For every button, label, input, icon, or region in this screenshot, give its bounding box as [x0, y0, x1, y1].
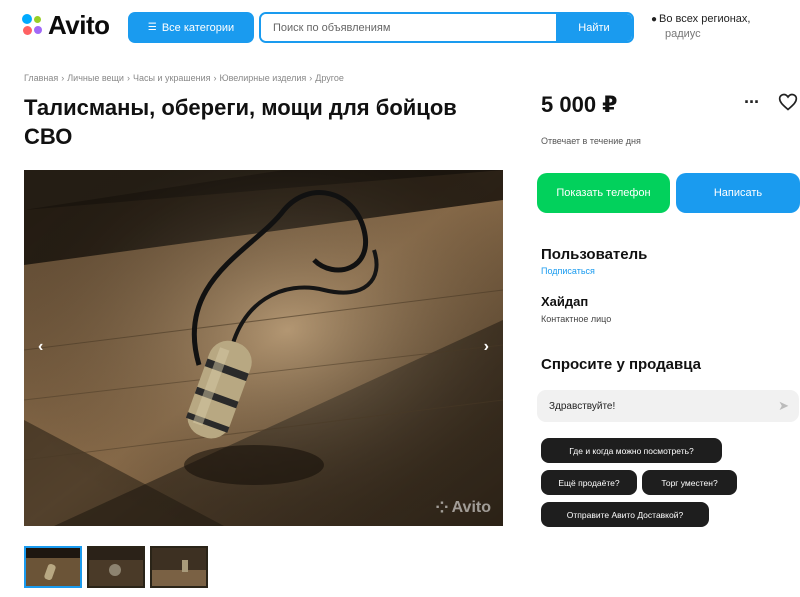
thumbnail[interactable]: [87, 546, 145, 588]
region-selector[interactable]: ● Во всех регионах, радиус: [651, 12, 791, 42]
breadcrumb-item[interactable]: Ювелирные изделия: [220, 73, 307, 83]
watermark-text: Avito: [451, 499, 491, 516]
quick-question-chip[interactable]: Ещё продаёте?: [541, 470, 637, 495]
breadcrumb: Главная › Личные вещи › Часы и украшения › Юве…: [24, 73, 344, 83]
quick-question-chip[interactable]: Отправите Авито Доставкой?: [541, 502, 709, 527]
breadcrumb-item[interactable]: Другое: [315, 73, 344, 83]
ask-message-input[interactable]: Здравствуйте! ➤: [537, 390, 799, 422]
breadcrumb-item[interactable]: Главная: [24, 73, 58, 83]
seller-name[interactable]: Пользователь: [541, 246, 647, 263]
write-message-button[interactable]: Написать: [676, 173, 800, 213]
quick-question-chip[interactable]: Торг уместен?: [642, 470, 737, 495]
region-label: Во всех регионах,: [659, 13, 751, 25]
amulet-photo: [24, 170, 503, 526]
all-categories-label: Все категории: [161, 21, 235, 34]
avito-logo[interactable]: Avito: [22, 10, 110, 40]
categories-icon: ☰: [147, 22, 157, 33]
main-photo[interactable]: ‹ › ⁘ Avito: [24, 170, 503, 526]
subscribe-link[interactable]: Подписаться: [541, 266, 595, 276]
breadcrumb-item[interactable]: Личные вещи: [67, 73, 124, 83]
breadcrumb-item[interactable]: Часы и украшения: [133, 73, 211, 83]
search-button[interactable]: Найти: [556, 14, 632, 41]
thumbnail-strip: [24, 546, 208, 588]
watermark-logo-icon: ⁘: [435, 500, 449, 517]
all-categories-button[interactable]: ☰ Все категории: [128, 12, 254, 43]
favorite-heart-icon[interactable]: [778, 92, 798, 112]
ask-message-value: Здравствуйте!: [549, 400, 616, 412]
thumbnail[interactable]: [150, 546, 208, 588]
search-input[interactable]: [261, 14, 556, 41]
previous-photo-icon[interactable]: ‹: [38, 338, 43, 356]
radius-label: радиус: [665, 28, 701, 40]
location-pin-icon: ●: [651, 14, 658, 25]
contact-role: Контактное лицо: [541, 314, 612, 324]
thumbnail[interactable]: [24, 546, 82, 588]
listing-title: Талисманы, обереги, мощи для бойцов СВО: [24, 95, 457, 149]
response-time: Отвечает в течение дня: [541, 136, 641, 146]
avito-logo-icon: [22, 14, 44, 36]
photo-watermark: ⁘ Avito: [435, 498, 491, 518]
ask-seller-title: Спросите у продавца: [541, 356, 701, 373]
logo-text: Avito: [48, 9, 110, 40]
next-photo-icon[interactable]: ›: [484, 338, 489, 356]
more-options-icon[interactable]: ···: [744, 92, 760, 113]
contact-name: Хайдап: [541, 294, 589, 309]
quick-question-chip[interactable]: Где и когда можно посмотреть?: [541, 438, 722, 463]
show-phone-button[interactable]: Показать телефон: [537, 173, 670, 213]
search-bar: Найти: [259, 12, 634, 43]
send-icon[interactable]: ➤: [778, 398, 789, 414]
price: 5 000 ₽: [541, 92, 618, 117]
